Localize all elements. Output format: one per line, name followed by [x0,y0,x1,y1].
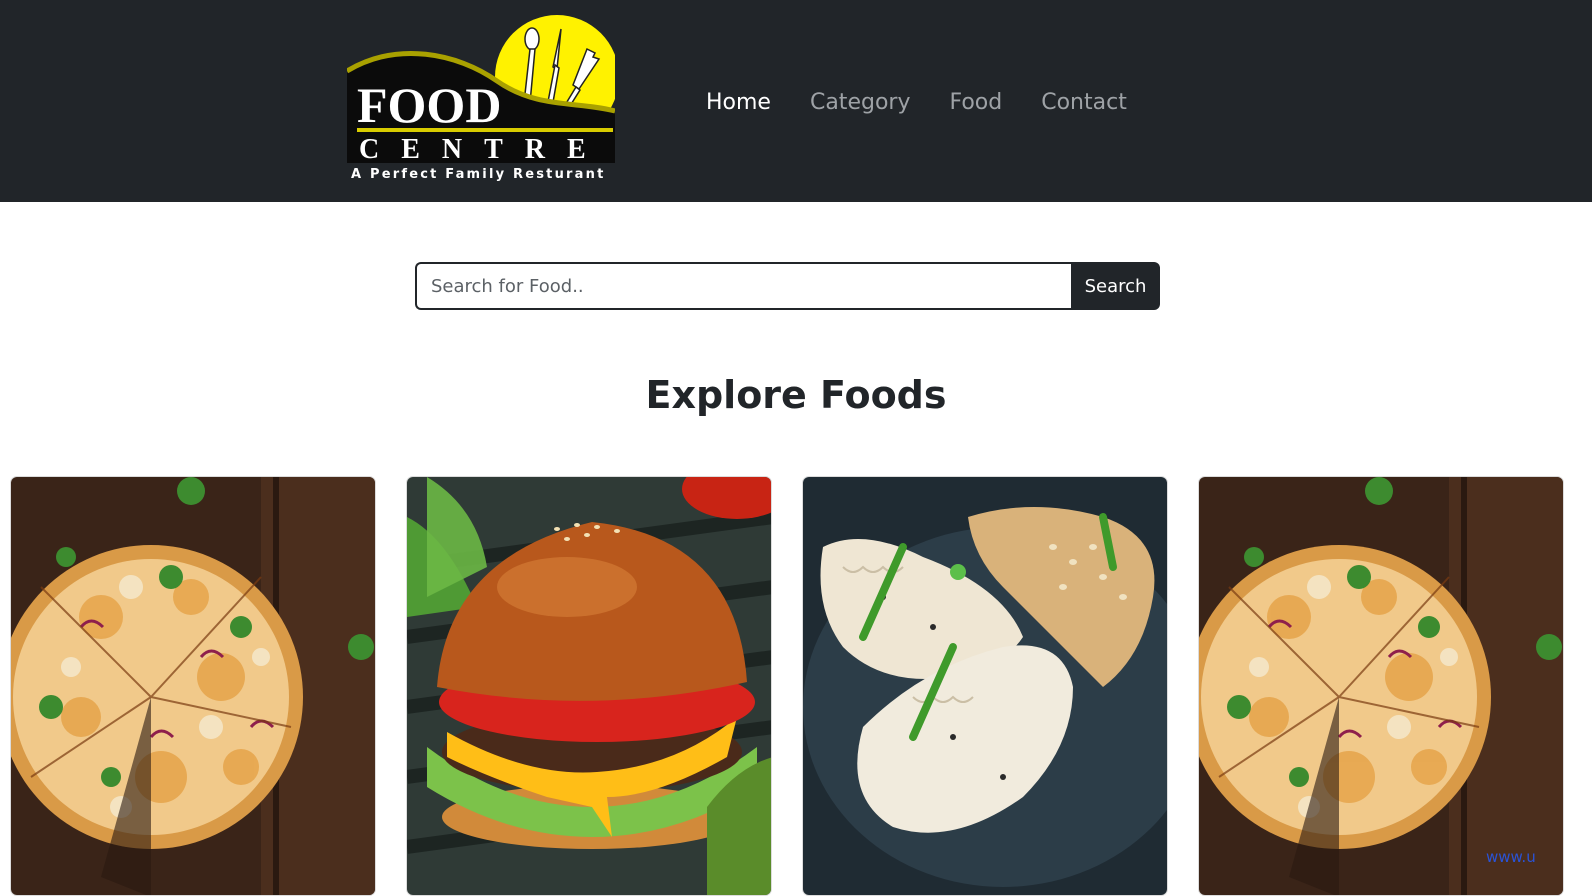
logo-line1: FOOD [357,77,501,133]
food-card-2[interactable] [406,476,772,896]
nav-food[interactable]: Food [949,88,1002,118]
explore-foods-title: Explore Foods [645,373,947,417]
nav-home[interactable]: Home [706,88,771,118]
food-card-3[interactable] [802,476,1168,896]
food-centre-logo[interactable]: FOOD CENTRE A Perfect Family Resturant [345,15,619,187]
search-input[interactable] [415,262,1071,310]
logo-tagline: A Perfect Family Resturant [351,167,606,182]
food-search-form: Search [415,262,1160,310]
food-card-1[interactable] [10,476,376,896]
top-navbar: FOOD CENTRE A Perfect Family Resturant H… [0,0,1592,202]
dumplings-image [803,477,1167,895]
main-nav: Home Category Food Contact [706,88,1127,118]
burger-image [407,477,771,895]
food-card-4[interactable] [1198,476,1564,896]
logo-line2: CENTRE [359,134,608,165]
logo-graphic: FOOD CENTRE A Perfect Family Resturant [345,15,619,182]
nav-contact[interactable]: Contact [1041,88,1127,118]
pizza-image [11,477,375,895]
search-button[interactable]: Search [1071,262,1160,310]
corner-watermark-link[interactable]: www.u [1486,848,1536,866]
nav-category[interactable]: Category [810,88,911,118]
pizza-image [1199,477,1563,895]
